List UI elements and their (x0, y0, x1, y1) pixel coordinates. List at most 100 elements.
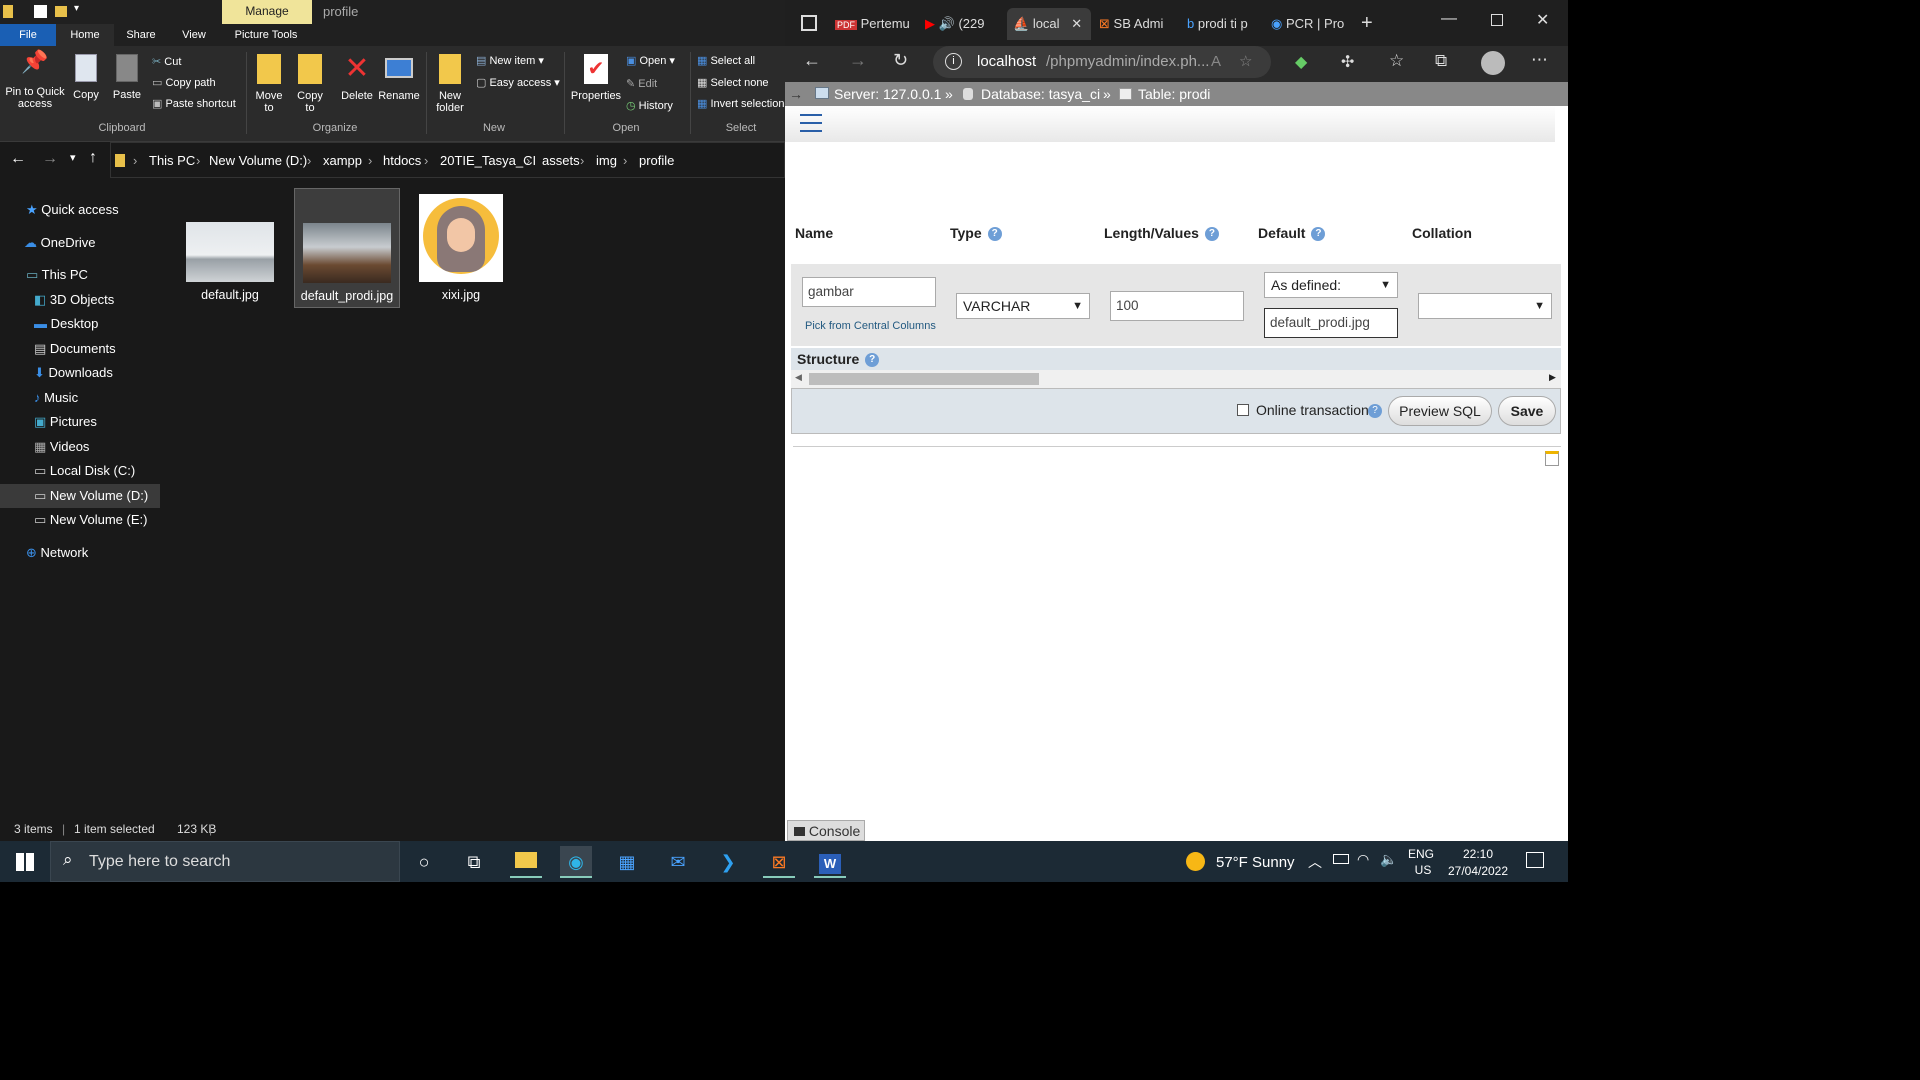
help-icon[interactable]: ? (987, 227, 1002, 242)
new-folder-button[interactable]: New folder (430, 54, 470, 114)
chevron-up-icon[interactable]: ︿ (1308, 852, 1322, 872)
rename-button[interactable]: Rename (378, 54, 420, 102)
nav-new-volume-d[interactable]: ▭ New Volume (D:) (34, 484, 148, 508)
help-icon[interactable]: ? (1311, 227, 1326, 242)
breadcrumb-item[interactable]: htdocs (383, 153, 421, 168)
file-explorer-icon[interactable] (510, 846, 542, 878)
task-view-icon[interactable]: ⧉ (458, 846, 490, 878)
read-aloud-icon[interactable]: A (1211, 46, 1221, 78)
close-icon[interactable]: ✕ (1071, 16, 1082, 31)
browser-tab-active[interactable]: ⛵ local ✕ (1007, 8, 1091, 40)
windows-start-icon[interactable] (16, 853, 34, 871)
collation-select[interactable]: ▼ (1418, 293, 1552, 319)
close-window-icon[interactable]: ✕ (1536, 10, 1549, 30)
browser-tab[interactable]: PDF Pertemu (835, 8, 917, 40)
online-transaction-checkbox[interactable] (1237, 404, 1249, 416)
copy-to-button[interactable]: Copy to (292, 54, 328, 114)
open-button[interactable]: ▣ Open ▾ (626, 54, 675, 67)
nav-onedrive[interactable]: ☁ OneDrive (24, 231, 96, 255)
tab-home[interactable]: Home (56, 24, 114, 46)
help-icon[interactable]: ? (1368, 404, 1382, 418)
battery-icon[interactable] (1333, 854, 1349, 864)
select-none-button[interactable]: ▦ Select none (697, 76, 769, 89)
breadcrumb-item[interactable]: New Volume (D:) (209, 153, 307, 168)
mail-icon[interactable]: ✉ (662, 846, 694, 878)
pin-to-quick-access-button[interactable]: 📌 Pin to Quick access (4, 51, 66, 111)
save-button[interactable]: Save (1498, 396, 1556, 426)
collapse-arrow-icon[interactable]: → (789, 82, 803, 106)
tab-share[interactable]: Share (118, 24, 164, 46)
wifi-icon[interactable]: ◠ (1357, 851, 1369, 868)
forward-arrow-icon[interactable]: → (849, 50, 867, 71)
paste-shortcut-button[interactable]: ▣ Paste shortcut (152, 97, 236, 110)
history-button[interactable]: ◷ History (626, 99, 673, 112)
recent-chevron-icon[interactable]: ▾ (70, 151, 76, 164)
breadcrumb-item[interactable]: profile (639, 153, 674, 168)
breadcrumb-item[interactable]: 20TIE_Tasya_CI (440, 153, 536, 168)
profile-avatar-icon[interactable] (1481, 51, 1505, 75)
puzzle-icon[interactable]: ✣ (1341, 52, 1354, 72)
breadcrumb-database[interactable]: Database: tasya_ci (981, 82, 1100, 106)
folder-icon[interactable] (55, 6, 67, 17)
store-icon[interactable]: ▦ (611, 846, 643, 878)
back-arrow-icon[interactable]: ← (10, 150, 26, 168)
nav-downloads[interactable]: ⬇ Downloads (34, 361, 113, 385)
select-all-button[interactable]: ▦ Select all (697, 54, 755, 67)
scroll-left-icon[interactable]: ◀ (795, 372, 802, 383)
nav-local-disk-c[interactable]: ▭ Local Disk (C:) (34, 459, 135, 483)
favorites-icon[interactable]: ☆ (1389, 51, 1404, 71)
page-settings-icon[interactable] (1545, 451, 1559, 466)
browser-tab[interactable]: ⊠ SB Admi (1099, 8, 1181, 40)
column-name-input[interactable]: gambar (802, 277, 936, 307)
online-transaction-label[interactable]: Online transaction (1256, 402, 1369, 418)
edge-icon[interactable]: ◉ (560, 846, 592, 878)
file-item-selected[interactable]: default_prodi.jpg (294, 188, 400, 308)
breadcrumb-item[interactable]: img (596, 153, 617, 168)
browser-tab[interactable]: ◉ PCR | Pro (1271, 8, 1351, 40)
notification-icon[interactable] (1526, 852, 1544, 868)
easy-access-button[interactable]: ▢ Easy access ▾ (476, 76, 560, 89)
nav-this-pc[interactable]: ▭ This PC (26, 263, 88, 287)
file-item[interactable]: default.jpg (178, 190, 282, 308)
preview-sql-button[interactable]: Preview SQL (1388, 396, 1492, 426)
console-tab[interactable]: Console (787, 820, 865, 841)
weather-text[interactable]: 57°F Sunny (1216, 854, 1295, 871)
refresh-icon[interactable]: ↻ (893, 50, 908, 71)
new-tab-icon[interactable]: + (1361, 12, 1373, 35)
browser-tab[interactable]: b prodi ti p (1187, 8, 1263, 40)
address-bar[interactable]: i localhost /phpmyadmin/index.ph... A ☆ (933, 46, 1271, 78)
menu-dots-icon[interactable]: ⋯ (1531, 50, 1548, 70)
help-icon[interactable]: ? (1204, 227, 1219, 242)
nav-videos[interactable]: ▦ Videos (34, 435, 89, 459)
delete-button[interactable]: ✕ Delete (338, 54, 376, 103)
nav-new-volume-e[interactable]: ▭ New Volume (E:) (34, 508, 147, 532)
search-box[interactable]: ⌕ Type here to search (50, 841, 400, 882)
breadcrumb-table[interactable]: Table: prodi (1138, 82, 1210, 106)
hamburger-menu-icon[interactable] (800, 114, 822, 132)
cortana-icon[interactable]: ○ (408, 846, 440, 878)
vscode-icon[interactable]: ❯ (712, 846, 744, 878)
tab-actions-icon[interactable] (801, 15, 817, 31)
breadcrumb[interactable]: › This PC › New Volume (D:) › xampp › ht… (110, 142, 785, 178)
default-value-input[interactable]: default_prodi.jpg (1264, 308, 1398, 338)
type-select[interactable]: VARCHAR ▼ (956, 293, 1090, 319)
horizontal-scrollbar[interactable]: ◀ ▶ (791, 370, 1561, 388)
collections-icon[interactable]: ⧉ (1435, 51, 1447, 71)
minimize-icon[interactable]: — (1441, 10, 1457, 28)
forward-arrow-icon[interactable]: → (42, 150, 58, 168)
copy-button[interactable]: Copy (68, 54, 104, 101)
nav-desktop[interactable]: ▬ Desktop (34, 312, 98, 336)
breadcrumb-item[interactable]: This PC (149, 153, 195, 168)
browser-tab[interactable]: ▶ 🔊 (229 (925, 8, 1003, 40)
scroll-right-icon[interactable]: ▶ (1549, 372, 1556, 383)
breadcrumb-server[interactable]: Server: 127.0.0.1 (834, 82, 941, 106)
clock[interactable]: 22:10 27/04/2022 (1440, 846, 1516, 880)
favorite-star-icon[interactable]: ☆ (1239, 46, 1252, 78)
tab-picture-tools[interactable]: Picture Tools (226, 24, 306, 46)
tab-file[interactable]: File (0, 24, 56, 46)
extension-icon[interactable]: ◆ (1295, 52, 1307, 72)
pick-central-columns-link[interactable]: Pick from Central Columns (805, 320, 936, 332)
nav-3d-objects[interactable]: ◧ 3D Objects (34, 288, 114, 312)
maximize-icon[interactable] (1491, 14, 1503, 26)
cut-button[interactable]: ✂ Cut (152, 55, 181, 68)
